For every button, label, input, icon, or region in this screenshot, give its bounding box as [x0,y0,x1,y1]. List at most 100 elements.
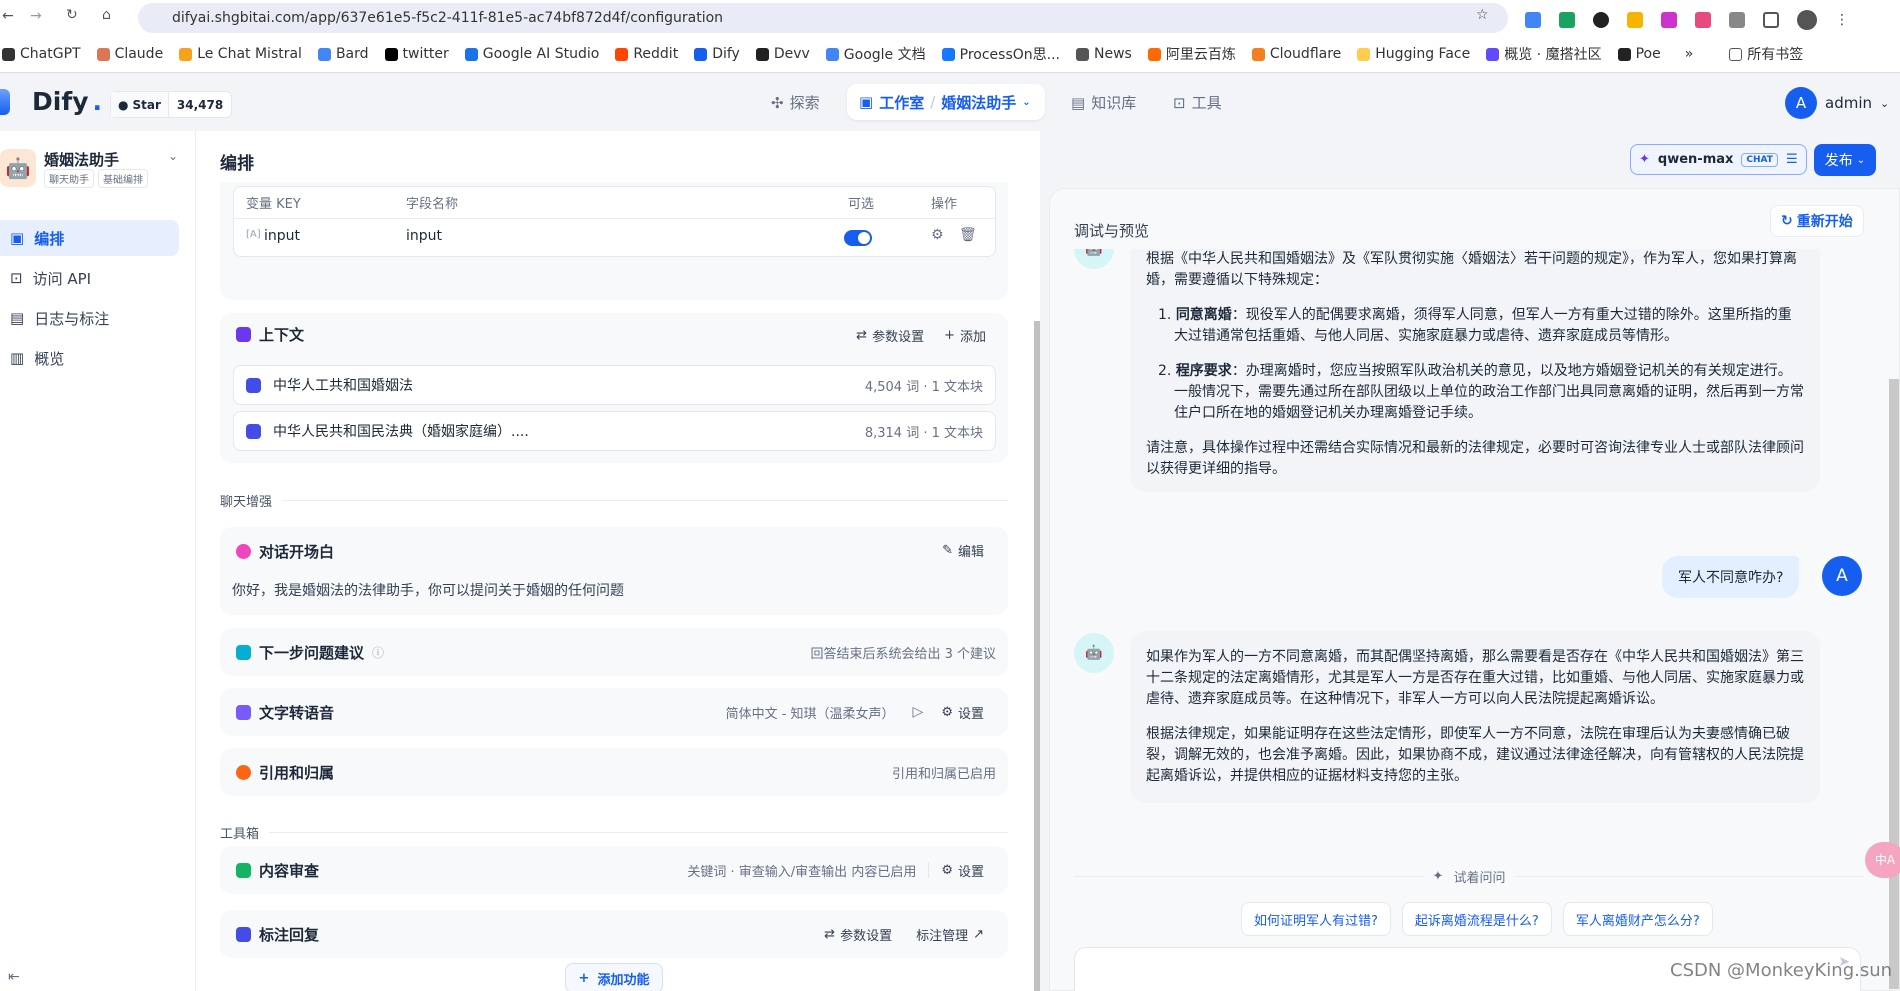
extension-icon[interactable] [1695,12,1711,28]
bookmark-item[interactable]: News [1075,46,1132,62]
moderation-settings-button[interactable]: ⚙ 设置 [941,861,984,880]
annotation-manage-link[interactable]: 标注管理 ↗ [916,925,984,944]
browser-toolbar: ← → ↻ ⌂ difyai.shgbitai.com/app/637e61e5… [0,0,1900,36]
bookmark-item[interactable]: Devv [755,46,810,62]
bookmark-label: News [1093,46,1132,62]
tts-settings-button[interactable]: ⚙ 设置 [941,703,984,722]
collapse-sidebar-icon[interactable]: ⇤ [8,969,20,985]
layout-icon: ▣ [10,229,25,247]
profile-avatar[interactable] [1797,10,1817,30]
chat-scrollbar-thumb[interactable] [1889,379,1899,989]
puzzle-icon[interactable] [1763,12,1779,28]
sidebar-item-label: 访问 API [32,269,92,288]
forward-icon[interactable]: → [30,8,42,24]
help-icon[interactable]: ⓘ [372,644,384,661]
document-icon [236,327,251,342]
reload-icon[interactable]: ↻ [66,7,78,23]
suggestion-button[interactable]: 军人离婚财产怎么分? [1562,902,1713,936]
bookmark-item[interactable]: Google AI Studio [464,46,599,62]
edit-opening-button[interactable]: ✎ 编辑 [942,541,984,560]
all-bookmarks-button[interactable]: 所有书签 [1729,44,1803,64]
app-name: 婚姻法助手 [44,151,120,169]
extension-icon[interactable] [1593,12,1609,28]
suggest-title: 下一步问题建议 [259,643,365,662]
terminal-icon: ⊡ [10,269,23,287]
nav-knowledge[interactable]: ▤ 知识库 [1071,92,1136,113]
message-paragraph: 如果作为军人的一方不同意离婚，而其配偶坚持离婚，那么需要看是否存在《中华人民共和… [1146,649,1804,707]
center-scrollbar[interactable] [1034,321,1040,991]
bookmark-item[interactable]: Claude [96,46,163,62]
sidebar-item-label: 编排 [34,229,65,248]
home-icon[interactable]: ⌂ [102,7,111,23]
suggestion-button[interactable]: 起诉离婚流程是什么? [1401,902,1552,936]
address-bar[interactable]: difyai.shgbitai.com/app/637e61e5-f5c2-41… [138,3,1508,33]
restart-button[interactable]: ↻ 重新开始 [1770,205,1864,237]
user-avatar: A [1822,556,1862,596]
bookmark-item[interactable]: Dify [694,46,740,62]
bookmark-star-icon[interactable]: ☆ [1476,7,1489,23]
sidebar-item-api[interactable]: ⊡ 访问 API [0,260,179,296]
bookmark-item[interactable]: Google 文档 [825,44,926,64]
orchestrate-panel: 编排 {x}变量 + 添加 变量 KEY 字段名称 可选 操作 [A] inpu… [196,131,1040,991]
menu-icon[interactable]: ⋮ [1835,12,1849,28]
user-menu[interactable]: A admin ⌄ [1785,87,1889,119]
bookmark-item[interactable]: 概览 · 魔搭社区 [1486,44,1602,64]
bookmark-item[interactable]: Reddit [615,46,678,62]
nav-tools[interactable]: ⊡ 工具 [1173,92,1222,113]
knowledge-item[interactable]: 中华人民共和国民法典（婚姻家庭编）.... 8,314 词 · 1 文本块 [233,411,996,451]
bookmark-item[interactable]: Poe [1617,46,1661,62]
annotation-params-button[interactable]: ⇄ 参数设置 [824,925,892,944]
bookmark-item[interactable]: Hugging Face [1357,46,1470,62]
bookmark-item[interactable]: Cloudflare [1251,46,1341,62]
try-ask-divider: ✦ 试着问问 [1074,867,1865,886]
variables-table: 变量 KEY 字段名称 可选 操作 [A] input input ⚙ 🗑 [233,186,996,257]
bookmark-label: Devv [773,46,810,62]
knowledge-item[interactable]: 中华人工共和国婚姻法 4,504 词 · 1 文本块 [233,365,996,405]
bookmark-item[interactable]: ChatGPT [2,46,81,62]
add-context-button[interactable]: + 添加 [944,326,986,345]
lock-extension-icon[interactable] [1627,12,1643,28]
add-feature-button[interactable]: + 添加功能 [565,963,663,991]
bookmark-item[interactable]: Le Chat Mistral [179,46,302,62]
github-star-badge[interactable]: ● Star 34,478 [110,91,233,118]
context-params-button[interactable]: ⇄ 参数设置 [856,326,924,345]
sidebar-item-logs[interactable]: ▤ 日志与标注 [0,300,179,336]
play-icon[interactable]: ▷ [913,704,924,720]
try-ask-label: 试着问问 [1453,871,1506,886]
nav-app-label[interactable]: 婚姻法助手 [941,92,1016,113]
bookmark-item[interactable]: Bard [317,46,369,62]
bookmark-item[interactable]: 阿里云百炼 [1147,44,1236,64]
extension-icon[interactable] [1729,12,1745,28]
opening-statement-card: 对话开场白 ✎ 编辑 你好，我是婚姻法的法律助手，你可以提问关于婚姻的任何问题 [220,527,1008,615]
sidebar-item-overview[interactable]: ▥ 概览 [0,340,179,376]
delete-trash-icon[interactable]: 🗑 [959,227,977,243]
model-settings-icon[interactable]: ☰ [1786,152,1798,167]
annotation-icon [236,926,251,942]
nav-tools-label: 工具 [1191,94,1222,112]
dify-logo[interactable]: Dify. [0,87,102,116]
nav-studio[interactable]: ▣ 工作室 / 婚姻法助手 ⌄ [847,84,1045,120]
extension-icon[interactable] [1559,12,1575,28]
user-message: 军人不同意咋办? [1662,556,1800,598]
tag-chat-assistant: 聊天助手 [44,169,94,188]
bookmark-item[interactable]: twitter [384,46,449,62]
suggestion-button[interactable]: 如何证明军人有过错? [1241,902,1391,936]
sidebar-item-orchestrate[interactable]: ▣ 编排 [0,220,179,256]
col-name: 字段名称 [406,197,459,212]
publish-button[interactable]: 发布 ⌄ [1814,144,1876,176]
text-to-speech-card: 文字转语音 简体中文 - 知琪（温柔女声） ▷ ⚙ 设置 [220,688,1008,736]
back-icon[interactable]: ← [2,8,14,24]
nav-explore[interactable]: ✣ 探索 [771,92,820,113]
chevron-down-icon: ⌄ [1022,96,1031,108]
settings-gear-icon[interactable]: ⚙ [931,227,944,243]
optional-toggle[interactable] [844,230,872,246]
restart-label: 重新开始 [1796,214,1853,230]
translate-float-icon[interactable]: 中A [1865,842,1900,878]
extension-icon[interactable] [1661,12,1677,28]
model-selector[interactable]: ✦ qwen-max CHAT ☰ [1630,144,1807,175]
item-bold: 程序要求 [1175,363,1232,379]
more-bookmarks-button[interactable]: » [1685,46,1694,62]
app-menu-chevron-icon[interactable]: ⌄ [168,149,178,163]
translate-extension-icon[interactable] [1525,12,1541,28]
bookmark-item[interactable]: ProcessOn思... [941,44,1060,64]
